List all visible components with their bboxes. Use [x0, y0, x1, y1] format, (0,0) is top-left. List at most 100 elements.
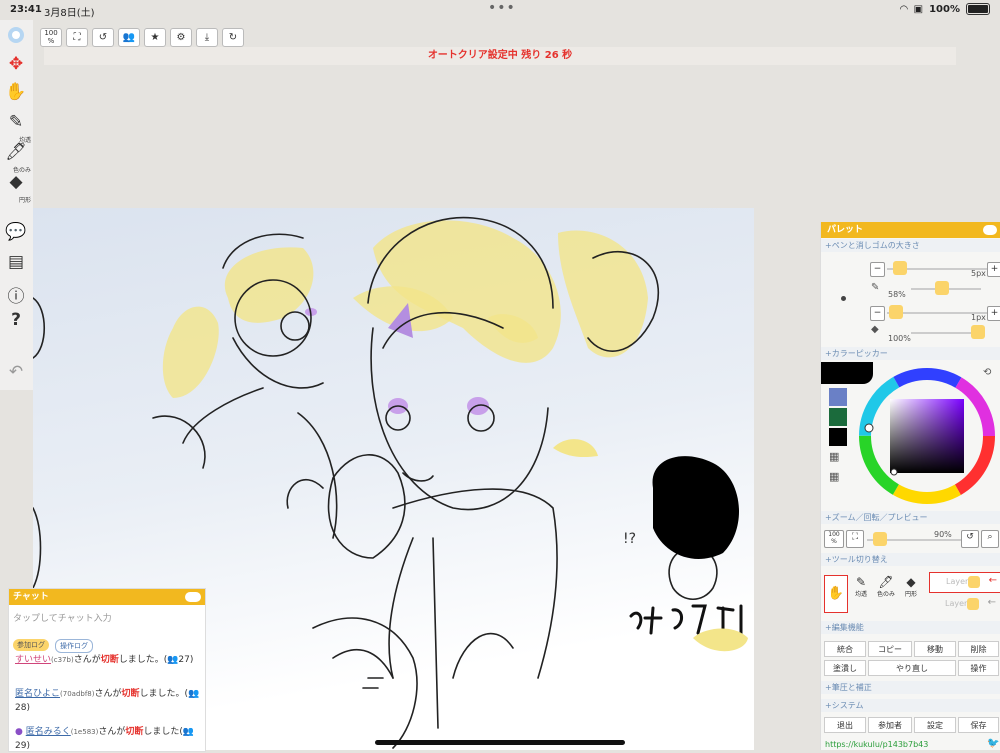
share-url[interactable]: https://kukulu/p143b7b43 [825, 740, 928, 749]
palette-title: パレット [821, 222, 1000, 238]
exit-button[interactable]: 退出 [824, 717, 866, 733]
palette-pen-label: 均透 [854, 591, 867, 598]
delete-button[interactable]: 削除 [958, 641, 999, 657]
autoclear-banner: オートクリア設定中 残り 26 秒 [44, 47, 956, 65]
section-edit[interactable]: +編集機能 [821, 621, 1000, 634]
dropper-icon: 🖊 [5, 142, 27, 162]
picker-mode-icon[interactable]: ⟲ [983, 367, 991, 378]
palette-eraser-label: 円形 [904, 591, 917, 598]
status-date: 3月8日(土) [44, 8, 95, 19]
zoom-reset-button[interactable]: 100 % [40, 28, 62, 47]
wifi-icon: ◠ [899, 3, 908, 15]
info-icon[interactable]: ⓘ [3, 282, 29, 308]
layer-1-row[interactable]: Layer1 ← [929, 572, 1000, 593]
dropper-tool[interactable]: 🖊 色のみ [3, 142, 31, 174]
eraser-size-knob[interactable] [889, 305, 903, 319]
move-button[interactable]: 移動 [914, 641, 956, 657]
merge-button[interactable]: 統合 [824, 641, 866, 657]
chat-message: ● 匿名みるく(1e583)さんが切断しました(👥29) [15, 727, 195, 751]
swatch-settings-icon[interactable]: ▦ [829, 470, 847, 486]
color-swatch-1[interactable] [829, 388, 847, 406]
pen-opacity-value: 58% [888, 290, 906, 299]
section-zoom[interactable]: +ズーム／回転／プレビュー [821, 511, 1000, 524]
color-swatch-3[interactable] [829, 428, 847, 446]
section-color-picker[interactable]: +カラーピッカー [821, 347, 1000, 360]
layer-1-opacity-knob[interactable] [968, 576, 980, 588]
hand-tool-button[interactable]: ✋ [824, 575, 848, 613]
hand-icon: ✋ [827, 586, 845, 601]
palette-dropper-tool[interactable]: 🖊 色のみ [875, 575, 897, 611]
twitter-icon[interactable]: 🐦 [987, 738, 999, 749]
rotate-reset-icon[interactable]: ↺ [92, 28, 114, 47]
canvas-annotation: !? [623, 531, 636, 547]
section-pressure[interactable]: +筆圧と補正 [821, 681, 1000, 694]
download-icon[interactable]: ⤓ [196, 28, 218, 47]
pen-opacity-knob[interactable] [935, 281, 949, 295]
palette-dropper-label: 色のみ [876, 591, 895, 598]
rotate-reset-icon[interactable]: ↺ [961, 530, 979, 548]
user-avatar-icon: ● [15, 727, 23, 737]
chat-collapse-button[interactable] [185, 592, 201, 602]
redo-icon[interactable]: ↻ [222, 28, 244, 47]
layer-2-opacity-knob[interactable] [967, 598, 979, 610]
hand-icon[interactable]: ✋ [3, 82, 29, 108]
gear-icon[interactable]: ⚙ [170, 28, 192, 47]
eraser-size-minus-button[interactable]: − [870, 306, 885, 321]
palette-panel: パレット +ペンと消しゴムの大きさ − + 5px ✎ 58% − + 1px … [820, 222, 1000, 750]
chat-panel: チャット タップしてチャット入力 参加ログ 操作ログ すいせい(c37b)さんが… [8, 588, 206, 752]
eraser-size-value: 1px [971, 313, 986, 322]
dropper-icon: 🖊 [878, 575, 894, 589]
palette-zoom-reset-button[interactable]: 100 % [824, 530, 844, 548]
participants-icon[interactable]: 👥 [118, 28, 140, 47]
zoom-knob[interactable] [873, 532, 887, 546]
fill-button[interactable]: 塗潰し [824, 660, 866, 676]
settings-button[interactable]: 設定 [914, 717, 956, 733]
eraser-opacity-value: 100% [888, 334, 911, 343]
undo-icon[interactable]: ↶ [3, 362, 29, 388]
layer-icon[interactable]: ▤ [3, 252, 29, 278]
pen-size-minus-button[interactable]: − [870, 262, 885, 277]
palette-eraser-tool[interactable]: ◆ 円形 [900, 575, 922, 611]
color-wheel[interactable] [857, 366, 997, 506]
pen-size-knob[interactable] [893, 261, 907, 275]
pen-tool[interactable]: ✎ 均透 [3, 112, 31, 144]
redo-button[interactable]: やり直し [868, 660, 956, 676]
tab-operation-log[interactable]: 操作ログ [55, 639, 93, 653]
operation-button[interactable]: 操作 [958, 660, 999, 676]
eraser-tool[interactable]: ◆ 円形 [3, 172, 31, 204]
section-pen-size[interactable]: +ペンと消しゴムの大きさ [821, 239, 1000, 252]
fit-screen-icon[interactable]: ⛶ [66, 28, 88, 47]
color-swatch-2[interactable] [829, 408, 847, 426]
layer-2-row[interactable]: Layer2 ← [929, 595, 999, 612]
star-icon[interactable]: ★ [144, 28, 166, 47]
status-time: 23:41 [10, 4, 42, 15]
save-button[interactable]: 保存 [958, 717, 999, 733]
home-indicator[interactable] [375, 740, 625, 745]
pen-icon: ✎ [871, 282, 880, 293]
palette-pen-tool[interactable]: ✎ 均透 [850, 575, 872, 611]
eraser-opacity-knob[interactable] [971, 325, 985, 339]
participants-button[interactable]: 参加者 [868, 717, 912, 733]
chat-input[interactable]: タップしてチャット入力 [13, 611, 112, 624]
pen-icon: ✎ [8, 112, 24, 132]
preview-search-icon[interactable]: ⌕ [981, 530, 999, 548]
color-wheel-icon[interactable] [3, 26, 29, 52]
eraser-size-plus-button[interactable]: + [987, 306, 1000, 321]
eraser-icon: ◆ [871, 324, 879, 335]
multitask-dots-icon[interactable]: ••• [488, 0, 516, 16]
layer-2-arrow-icon[interactable]: ← [988, 597, 996, 608]
section-tool-switch[interactable]: +ツール切り替え [821, 553, 1000, 566]
move-icon[interactable]: ✥ [3, 54, 29, 80]
help-icon[interactable]: ? [3, 310, 29, 336]
status-bar: 23:41 3月8日(土) ••• ◠ ▣ 100% [0, 0, 1000, 20]
copy-button[interactable]: コピー [868, 641, 912, 657]
palette-collapse-button[interactable] [983, 225, 997, 235]
palette-fit-icon[interactable]: ⛶ [846, 530, 864, 548]
chat-icon[interactable]: 💬 [3, 222, 29, 248]
tab-join-log[interactable]: 参加ログ [13, 639, 49, 651]
left-toolbar: ✥ ✋ ✎ 均透 🖊 色のみ ◆ 円形 💬 ▤ ⓘ ? ↶ [0, 20, 33, 390]
section-system[interactable]: +システム [821, 699, 1000, 712]
pen-size-plus-button[interactable]: + [987, 262, 1000, 277]
add-swatch-icon[interactable]: ▦ [829, 450, 847, 466]
layer-1-arrow-icon[interactable]: ← [989, 575, 997, 586]
